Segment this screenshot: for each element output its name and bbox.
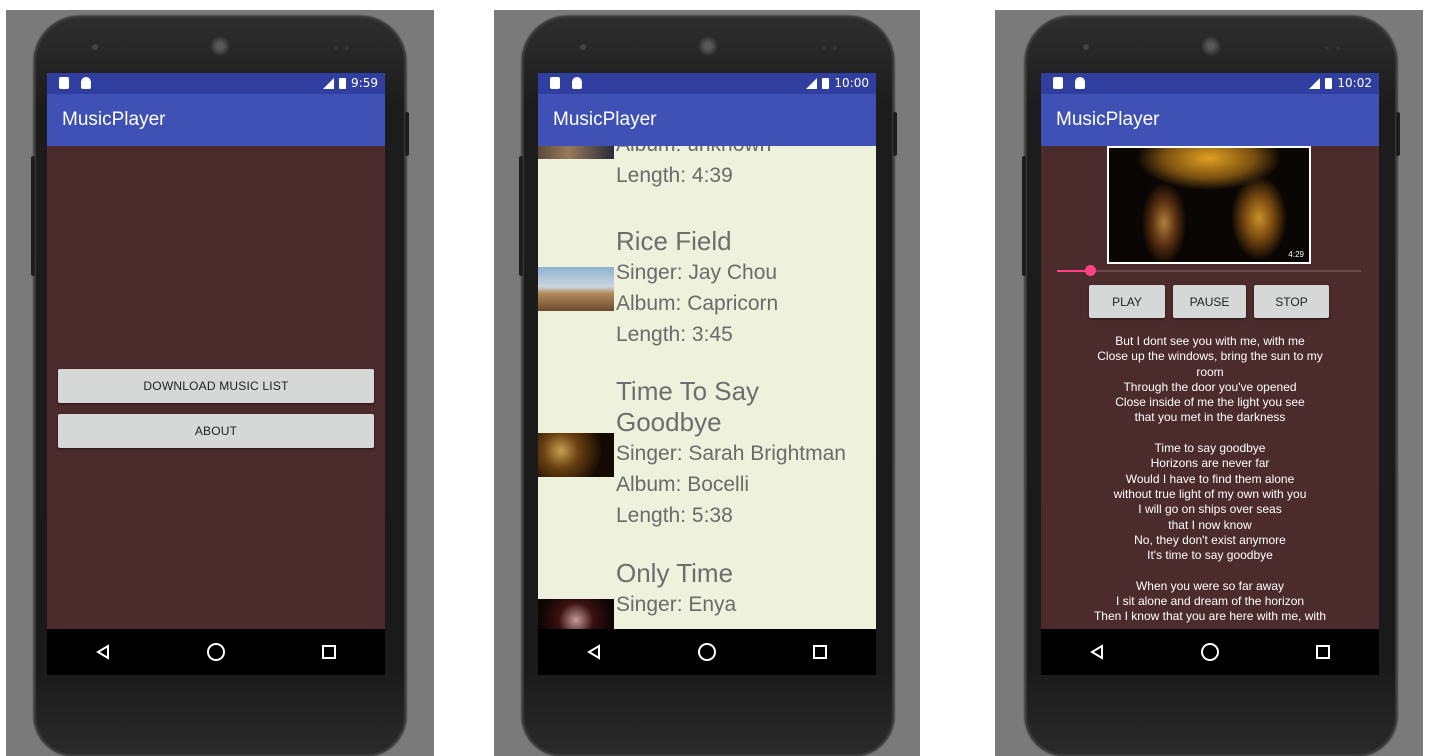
status-bar: 10:02 — [1041, 73, 1379, 94]
status-time: 10:00 — [834, 76, 869, 90]
video-thumbnail[interactable]: 4:29 — [1107, 146, 1311, 264]
battery-icon — [339, 77, 347, 89]
status-bar: 10:00 — [538, 73, 876, 94]
front-camera-icon — [1083, 44, 1089, 50]
app-toolbar: MusicPlayer — [538, 94, 876, 146]
status-time: 10:02 — [1337, 76, 1372, 90]
earpiece-speaker — [210, 36, 230, 56]
song-length: Length: 3:45 — [616, 323, 733, 346]
earpiece-speaker — [1201, 36, 1221, 56]
phone-frame-2: 10:00 MusicPlayer Album: unknown Length:… — [519, 16, 897, 756]
app-toolbar: MusicPlayer — [47, 94, 385, 146]
sd-card-icon — [550, 77, 560, 89]
light-sensor — [1336, 46, 1340, 50]
song-album: Album: Bocelli — [616, 473, 750, 496]
nav-bar — [538, 629, 876, 675]
play-button[interactable]: PLAY — [1089, 285, 1165, 318]
app-title: MusicPlayer — [62, 109, 166, 130]
song-singer: Singer: Jay Chou — [616, 261, 778, 284]
volume-button[interactable] — [519, 156, 523, 276]
list-item[interactable]: Only Time Singer: Enya — [538, 558, 876, 629]
song-singer: Singer: Sarah Brightman — [616, 442, 846, 465]
phone-frame-3: 10:02 MusicPlayer 4:29 PLAY PAUSE STOP B… — [1022, 16, 1400, 756]
song-title: Time To Say — [616, 376, 760, 406]
sd-card-icon — [59, 77, 69, 89]
lte-signal-icon — [1309, 77, 1321, 89]
song-singer: Singer: Enya — [616, 593, 737, 616]
recents-icon[interactable] — [317, 640, 341, 664]
list-item[interactable]: Rice Field Singer: Jay Chou Album: Capri… — [538, 226, 876, 356]
app-title: MusicPlayer — [1056, 109, 1160, 130]
light-sensor — [345, 46, 349, 50]
volume-button[interactable] — [31, 156, 35, 276]
battery-icon — [1325, 77, 1333, 89]
lyrics-text: But I dont see you with me, with me Clos… — [1093, 334, 1327, 624]
song-title: Rice Field — [616, 226, 732, 256]
sd-card-icon — [1053, 77, 1063, 89]
screen-song-list: 10:00 MusicPlayer Album: unknown Length:… — [538, 73, 876, 675]
download-music-list-button[interactable]: DOWNLOAD MUSIC LIST — [58, 369, 374, 403]
screen-home: 9:59 MusicPlayer DOWNLOAD MUSIC LIST ABO… — [47, 73, 385, 675]
video-duration: 4:29 — [1288, 250, 1304, 259]
front-camera-icon — [92, 44, 98, 50]
nav-bar — [47, 629, 385, 675]
song-album: Album: unknown — [616, 146, 771, 160]
song-thumbnail — [538, 267, 614, 311]
list-item[interactable]: Album: unknown Length: 4:39 — [538, 146, 876, 209]
proximity-sensor — [822, 46, 826, 50]
phone-frame-1: 9:59 MusicPlayer DOWNLOAD MUSIC LIST ABO… — [31, 16, 409, 756]
song-length: Length: 5:38 — [616, 504, 733, 527]
home-content: DOWNLOAD MUSIC LIST ABOUT — [47, 146, 385, 629]
seek-bar-thumb[interactable] — [1084, 265, 1096, 276]
pause-button[interactable]: PAUSE — [1173, 285, 1246, 318]
seek-bar-track[interactable] — [1057, 270, 1361, 272]
song-thumbnail — [538, 146, 614, 159]
power-button[interactable] — [405, 112, 409, 156]
back-icon[interactable] — [91, 640, 115, 664]
earpiece-speaker — [698, 36, 718, 56]
song-thumbnail — [538, 433, 614, 477]
android-icon — [81, 77, 91, 89]
about-button[interactable]: ABOUT — [58, 414, 374, 448]
proximity-sensor — [334, 46, 338, 50]
song-title: Only Time — [616, 558, 734, 588]
song-length: Length: 4:39 — [616, 164, 733, 187]
app-toolbar: MusicPlayer — [1041, 94, 1379, 146]
status-time: 9:59 — [351, 76, 378, 90]
screen-player: 10:02 MusicPlayer 4:29 PLAY PAUSE STOP B… — [1041, 73, 1379, 675]
lte-signal-icon — [323, 77, 335, 89]
player-content: 4:29 PLAY PAUSE STOP But I dont see you … — [1041, 146, 1379, 629]
light-sensor — [833, 46, 837, 50]
status-bar: 9:59 — [47, 73, 385, 94]
song-album: Album: Capricorn — [616, 292, 779, 315]
home-icon[interactable] — [204, 640, 228, 664]
recents-icon[interactable] — [808, 640, 832, 664]
list-item[interactable]: Time To Say Goodbye Singer: Sarah Bright… — [538, 376, 876, 546]
power-button[interactable] — [893, 112, 897, 156]
proximity-sensor — [1325, 46, 1329, 50]
video-frame — [1109, 148, 1309, 262]
back-icon[interactable] — [1085, 640, 1109, 664]
song-thumbnail — [538, 599, 614, 629]
lte-signal-icon — [806, 77, 818, 89]
song-title-continued: Goodbye — [616, 407, 722, 437]
power-button[interactable] — [1396, 112, 1400, 156]
battery-icon — [822, 77, 830, 89]
android-icon — [572, 77, 582, 89]
recents-icon[interactable] — [1311, 640, 1335, 664]
nav-bar — [1041, 629, 1379, 675]
app-title: MusicPlayer — [553, 109, 657, 130]
song-list[interactable]: Album: unknown Length: 4:39 Rice Field S… — [538, 146, 876, 629]
back-icon[interactable] — [582, 640, 606, 664]
volume-button[interactable] — [1022, 156, 1026, 276]
front-camera-icon — [580, 44, 586, 50]
home-icon[interactable] — [695, 640, 719, 664]
home-icon[interactable] — [1198, 640, 1222, 664]
stop-button[interactable]: STOP — [1254, 285, 1329, 318]
android-icon — [1075, 77, 1085, 89]
